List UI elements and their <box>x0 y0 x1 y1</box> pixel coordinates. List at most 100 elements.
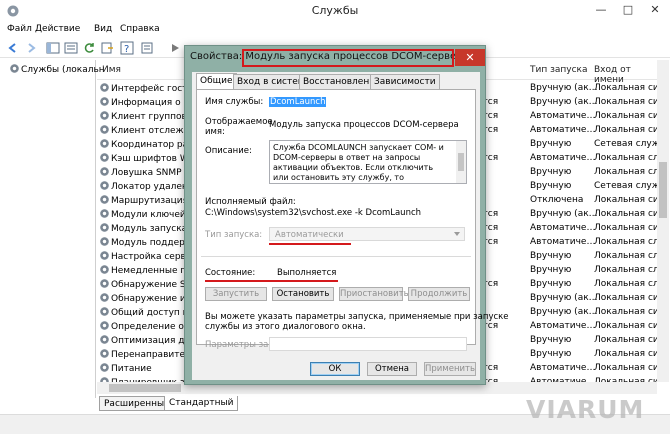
service-logon-cell: Локальная си <box>594 307 657 317</box>
service-startup-cell: Автоматиче… <box>530 111 596 121</box>
service-logon-cell: Локальная сл <box>594 279 657 289</box>
properties-icon[interactable] <box>140 41 154 55</box>
ok-button[interactable]: ОК <box>310 362 360 376</box>
console-tree-icon[interactable] <box>46 41 60 55</box>
export-list-icon[interactable] <box>100 41 114 55</box>
service-startup-cell: Вручную (ак… <box>530 97 598 107</box>
service-logon-cell: Локальная си <box>594 209 657 219</box>
minimize-button[interactable]: — <box>587 0 615 20</box>
service-startup-cell: Вручную <box>530 279 572 289</box>
service-gear-icon <box>100 181 109 190</box>
service-startup-cell: Вручную (ак… <box>530 293 598 303</box>
help-icon[interactable]: ? <box>120 41 134 55</box>
service-gear-icon <box>100 237 109 246</box>
service-name-cell: Клиент группово <box>100 111 192 122</box>
service-gear-icon <box>100 167 109 176</box>
service-name-cell: Определение обо <box>100 321 195 332</box>
back-icon[interactable] <box>6 41 20 55</box>
service-startup-cell: Вручную <box>530 167 572 177</box>
service-name-value[interactable]: DcomLaunch <box>269 97 327 107</box>
service-gear-icon <box>100 293 109 302</box>
service-logon-cell: Локальная сл <box>594 265 657 275</box>
service-gear-icon <box>100 153 109 162</box>
tab-dependencies[interactable]: Зависимости <box>370 74 440 89</box>
menu-file[interactable]: Файл <box>7 24 32 34</box>
dialog-body: Общие Вход в систему Восстановление Зави… <box>192 72 509 380</box>
close-window-button[interactable]: ✕ <box>641 0 669 20</box>
apply-button[interactable]: Применить <box>424 362 476 376</box>
stop-button[interactable]: Остановить <box>272 287 334 301</box>
service-logon-cell: Локальная си <box>594 111 657 121</box>
service-name-cell: Настройка сервер <box>100 251 197 262</box>
params-hint-line-2: службы из этого диалогового окна. <box>205 322 366 332</box>
service-gear-icon <box>100 251 109 260</box>
service-gear-icon <box>100 307 109 316</box>
service-logon-cell: Локальная сл <box>594 237 657 247</box>
display-name-label-1: Отображаемое <box>205 117 273 127</box>
exe-label: Исполняемый файл: <box>205 197 296 207</box>
display-name-value[interactable]: Модуль запуска процессов DCOM-сервера <box>269 120 459 130</box>
cancel-button[interactable]: Отмена <box>367 362 417 376</box>
service-startup-cell: Автоматиче… <box>530 237 596 247</box>
vertical-scrollbar[interactable] <box>657 60 669 382</box>
service-gear-icon <box>100 349 109 358</box>
description-text: Служба DCOMLAUNCH запускает COM- и DCOM-… <box>273 143 444 182</box>
column-header-startup-type[interactable]: Тип запуска <box>530 65 588 75</box>
menu-view[interactable]: Вид <box>94 24 112 34</box>
general-tab-panel: Имя службы: DcomLaunch Отображаемое имя:… <box>196 89 509 351</box>
service-startup-cell: Вручную <box>530 349 572 359</box>
start-service-icon[interactable] <box>168 41 182 55</box>
service-startup-cell: Автоматиче… <box>530 125 596 135</box>
service-logon-cell: Локальная си <box>594 195 657 205</box>
tab-standard[interactable]: Стандартный <box>164 396 239 411</box>
status-value: Выполняется <box>277 268 337 278</box>
menu-bar: Файл Действие Вид Справка <box>0 22 670 38</box>
service-startup-cell: Вручную (ак… <box>530 307 598 317</box>
exe-path[interactable]: C:\Windows\system32\svchost.exe -k DcomL… <box>205 208 421 218</box>
service-logon-cell: Сетевая служ <box>594 139 657 149</box>
service-gear-icon <box>100 335 109 344</box>
service-gear-icon <box>100 279 109 288</box>
service-name-cell: Немедленные по <box>100 265 192 276</box>
service-startup-cell: Вручную <box>530 251 572 261</box>
maximize-button[interactable]: □ <box>614 0 642 20</box>
watermark-logo: VIARUM <box>526 395 645 424</box>
start-button[interactable]: Запустить <box>205 287 267 301</box>
column-header-name[interactable]: Имя <box>102 65 121 75</box>
menu-action[interactable]: Действие <box>35 24 80 34</box>
service-startup-cell: Вручную <box>530 181 572 191</box>
scrollbar-thumb[interactable] <box>109 384 181 392</box>
divider <box>201 256 471 257</box>
menu-help[interactable]: Справка <box>120 24 160 34</box>
dialog-close-button[interactable]: ✕ <box>455 49 485 66</box>
description-scrollbar[interactable] <box>456 141 466 183</box>
service-name-cell: Маршрутизация <box>100 195 188 206</box>
service-logon-cell: Локальная си <box>594 97 657 107</box>
pause-button[interactable]: Приостановить <box>339 287 409 301</box>
service-gear-icon <box>100 83 109 92</box>
display-name-label-2: имя: <box>205 127 225 137</box>
resume-button[interactable]: Продолжить <box>408 287 470 301</box>
tree-root-services[interactable]: Службы (локальн <box>10 64 105 75</box>
service-gear-icon <box>100 321 109 330</box>
params-input[interactable] <box>269 337 467 351</box>
scrollbar-thumb[interactable] <box>659 162 667 218</box>
list-view-icon[interactable] <box>64 41 78 55</box>
service-gear-icon <box>100 111 109 120</box>
tab-general[interactable]: Общие <box>196 73 237 90</box>
service-gear-icon <box>100 139 109 148</box>
startup-type-select[interactable]: Автоматически <box>269 227 465 241</box>
service-startup-cell: Вручную (ак… <box>530 83 598 93</box>
refresh-icon[interactable] <box>82 41 96 55</box>
service-name-cell: Обнаружение инт <box>100 293 197 304</box>
service-name-cell: Общий доступ к <box>100 307 188 318</box>
service-name-cell: Локатор удален <box>100 181 188 192</box>
service-name-cell: Координатор рас <box>100 139 193 150</box>
description-box[interactable]: Служба DCOMLAUNCH запускает COM- и DCOM-… <box>269 140 467 184</box>
service-gear-icon <box>100 125 109 134</box>
service-logon-cell: Локальная си <box>594 349 657 359</box>
forward-icon[interactable] <box>24 41 38 55</box>
service-gear-icon <box>100 209 109 218</box>
service-logon-cell: Локальная си <box>594 125 657 135</box>
startup-type-value: Автоматически <box>275 230 344 240</box>
